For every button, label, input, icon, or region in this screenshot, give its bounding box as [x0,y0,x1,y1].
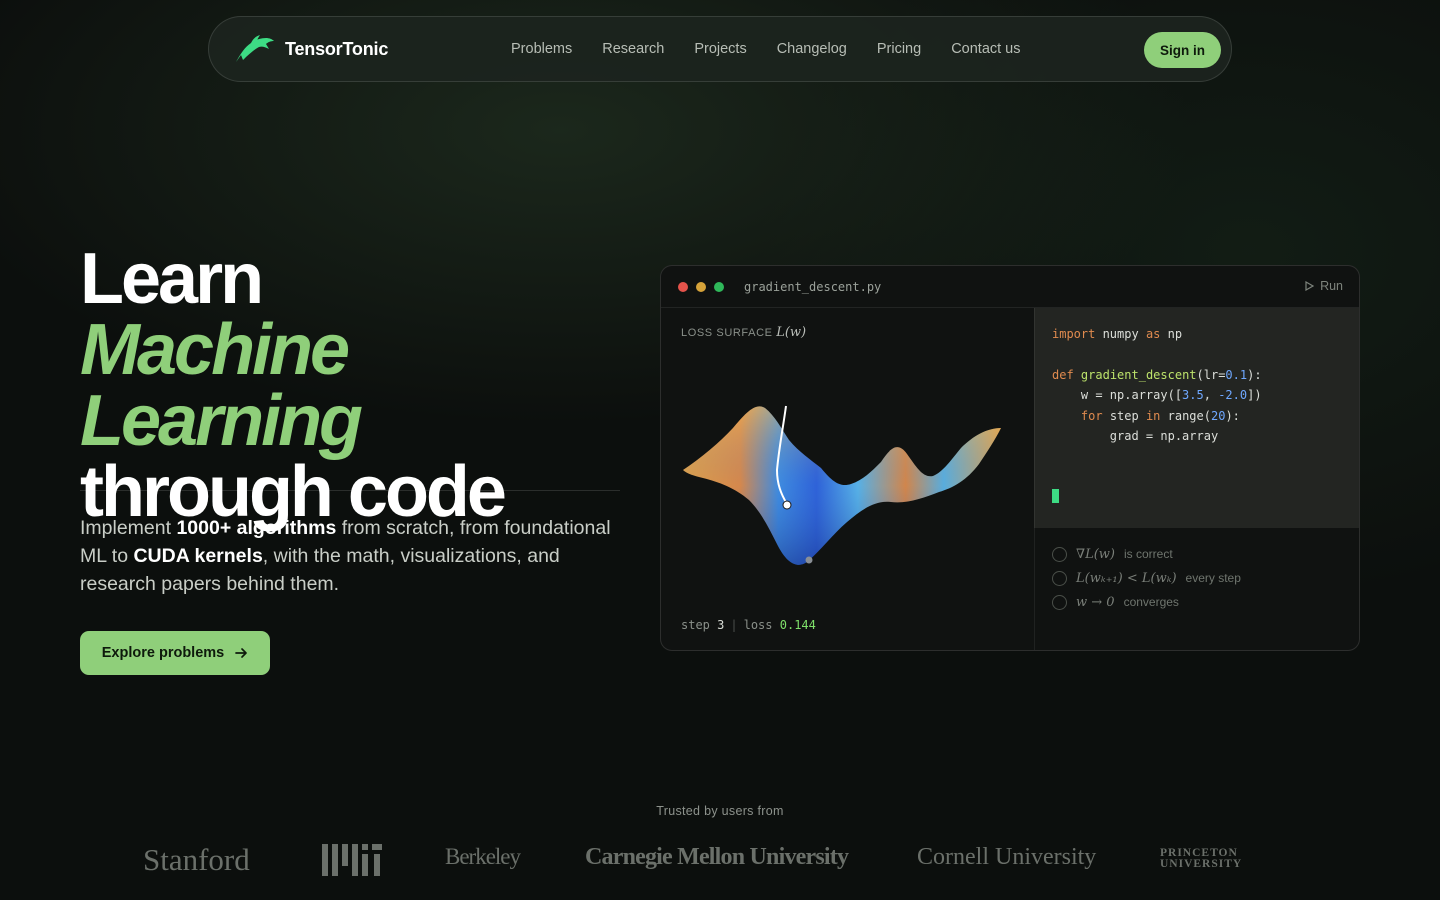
princeton-line-2: UNIVERSITY [1160,858,1243,870]
hero-line-machine-learning: Machine Learning [80,310,363,461]
surface-shading [683,406,1001,565]
desc-highlight-algorithms: 1000+ algorithms [176,517,337,539]
hero-description: Implement 1000+ algorithms from scratch,… [80,514,625,598]
current-point-marker [782,500,792,510]
nav-link-contact[interactable]: Contact us [951,41,1020,57]
editor-titlebar: gradient_descent.py Run [661,266,1359,308]
code-editor[interactable]: import numpy as np def gradient_descent(… [1034,308,1359,528]
step-value: 3 [717,618,725,632]
check-math: L(wₖ₊₁) < L(wₖ) [1076,570,1177,586]
brand-name: TensorTonic [285,38,389,59]
loss-value: 0.144 [779,618,816,632]
check-math: ∇L(w) [1076,546,1115,562]
brand[interactable]: TensorTonic [233,33,473,65]
check-circle-icon [1052,570,1067,586]
sign-in-button[interactable]: Sign in [1144,32,1221,68]
explore-problems-button[interactable]: Explore problems [80,631,270,675]
nav-link-research[interactable]: Research [602,41,664,57]
check-circle-icon [1052,546,1067,562]
loss-surface-label: LOSS SURFACE L(w) [681,325,806,340]
check-text: every step [1185,571,1241,585]
file-name: gradient_descent.py [744,279,882,294]
check-math: w → 0 [1076,594,1115,610]
training-status: step 3 | loss 0.144 [681,618,816,632]
carnegie-mellon-logo: Carnegie Mellon University [585,844,849,870]
check-gradient-correct[interactable]: ∇L(w) is correct [1052,542,1359,566]
status-separator: | [730,618,738,632]
trusted-by-label: Trusted by users from [656,804,784,818]
check-loss-decreases[interactable]: L(wₖ₊₁) < L(wₖ) every step [1052,566,1359,590]
window-close-dot [678,281,688,292]
explore-problems-label: Explore problems [101,645,225,661]
window-minimize-dot [696,281,706,292]
nav-link-changelog[interactable]: Changelog [777,41,847,57]
loss-surface-text: LOSS SURFACE [681,327,773,339]
step-label: step [681,618,710,632]
nav-link-projects[interactable]: Projects [694,41,746,57]
play-icon [1305,281,1315,291]
test-checklist: ∇L(w) is correct L(wₖ₊₁) < L(wₖ) every s… [1034,528,1359,650]
loss-label: loss [743,618,773,632]
top-navigation: TensorTonic Problems Research Projects C… [208,16,1232,82]
run-button[interactable]: Run [1304,279,1343,293]
arrow-right-icon [235,648,248,658]
hero-title: Learn Machine Learning through code [80,239,640,528]
loss-surface-math: L(w) [776,325,807,340]
check-converges[interactable]: w → 0 converges [1052,590,1359,614]
berkeley-logo: Berkeley [445,844,521,869]
minimum-point-marker [805,556,813,564]
nav-links: Problems Research Projects Changelog Pri… [511,41,1021,57]
hero-divider [80,490,620,491]
check-text: is correct [1123,547,1173,561]
window-maximize-dot [714,281,724,292]
code-editor-card: gradient_descent.py Run LOSS SURFACE L(w… [660,265,1360,651]
check-text: converges [1123,595,1179,609]
text-cursor [1052,489,1059,504]
stanford-logo: Stanford [143,842,250,877]
princeton-logo: PRINCETON UNIVERSITY [1160,847,1243,870]
dolphin-logo-icon [236,35,274,62]
check-circle-icon [1052,594,1067,610]
nav-link-pricing[interactable]: Pricing [877,41,921,57]
hero-line-learn: Learn [80,239,264,319]
cornell-logo: Cornell University [917,844,1097,870]
run-label: Run [1320,279,1343,293]
mit-logo-icon [322,844,382,876]
loss-surface-visualization: LOSS SURFACE L(w) step 3 | loss 0.144 [661,308,1034,650]
desc-highlight-cuda: CUDA kernels [133,545,263,567]
nav-link-problems[interactable]: Problems [511,41,572,57]
loss-surface-plot [683,405,1001,565]
desc-text: Implement [80,517,177,539]
university-logos: Stanford Berkeley Carnegie Mellon Univer… [0,830,1440,890]
